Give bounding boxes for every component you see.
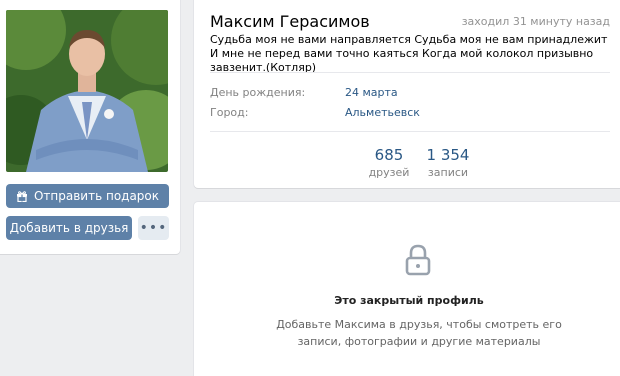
gift-icon [16, 190, 28, 202]
friends-counter[interactable]: 685 друзей [366, 146, 412, 179]
friends-count: 685 [374, 146, 404, 164]
friends-count-label: друзей [368, 166, 410, 179]
profile-status-text: Судьба моя не вами направляется Судьба м… [210, 33, 608, 74]
add-friend-button[interactable]: Добавить в друзья [6, 216, 132, 240]
city-label: Город: [210, 106, 249, 119]
private-profile-title: Это закрытый профиль [334, 294, 484, 307]
birthday-label: День рождения: [210, 86, 306, 99]
avatar[interactable] [6, 10, 168, 172]
posts-count: 1 354 [426, 146, 470, 164]
private-profile-description: Добавьте Максима в друзья, чтобы смотрет… [276, 318, 562, 348]
profile-info-card: Максим Герасимов заходил 31 минуту назад… [194, 0, 620, 188]
lock-icon [404, 244, 432, 276]
add-friend-label: Добавить в друзья [9, 221, 129, 235]
more-actions-button[interactable]: ••• [138, 216, 169, 240]
city-value-link[interactable]: Альметьевск [345, 106, 420, 119]
profile-name: Максим Герасимов [210, 12, 370, 31]
birthday-value-link[interactable]: 24 марта [345, 86, 398, 99]
profile-left-card: Отправить подарок Добавить в друзья ••• [0, 0, 180, 254]
private-profile-card: Это закрытый профиль Добавьте Максима в … [194, 202, 620, 376]
divider [210, 72, 610, 73]
last-seen-status: заходил 31 минуту назад [461, 15, 610, 28]
posts-count-label: записи [427, 166, 469, 179]
divider [210, 131, 610, 132]
posts-counter[interactable]: 1 354 записи [426, 146, 470, 179]
more-icon: ••• [139, 220, 168, 236]
send-gift-button[interactable]: Отправить подарок [6, 184, 169, 208]
send-gift-label: Отправить подарок [33, 189, 160, 203]
